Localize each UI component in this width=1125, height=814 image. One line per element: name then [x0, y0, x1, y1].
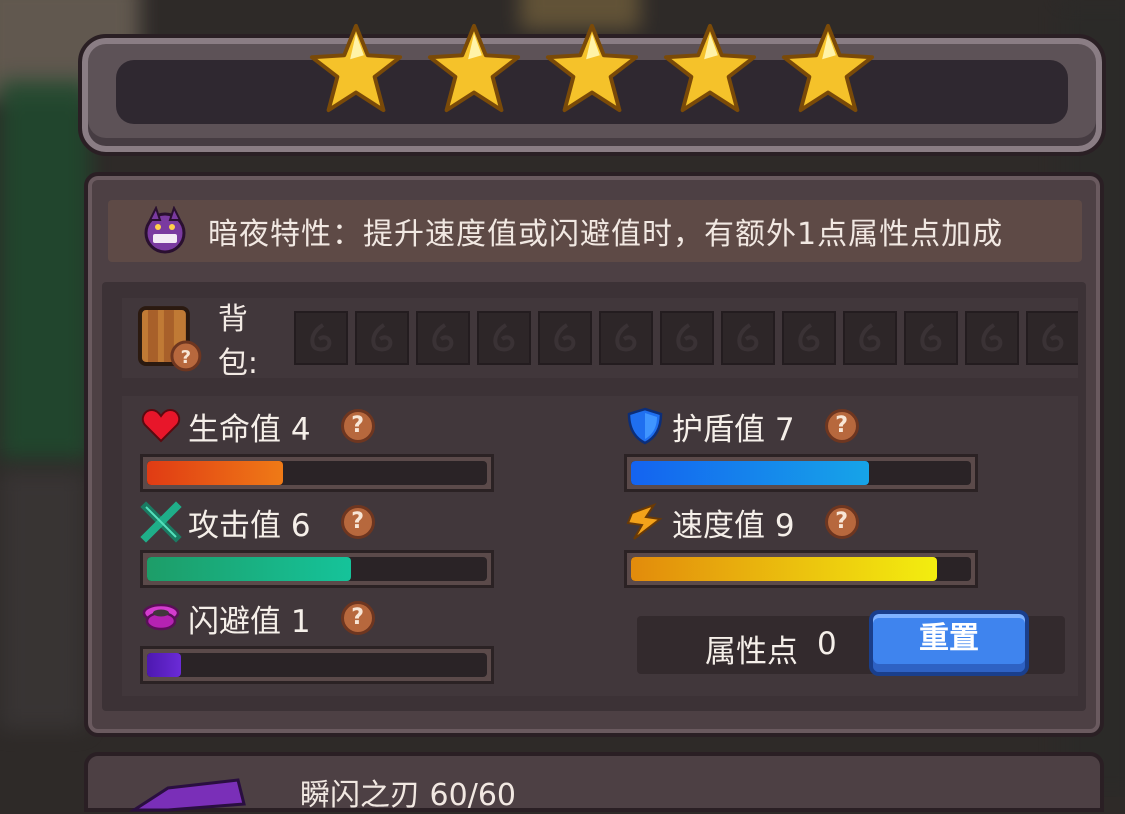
backpack-slot[interactable] — [415, 311, 470, 365]
dodge-label: 闪避值 1 — [188, 603, 311, 640]
empty-slot-icon — [310, 323, 332, 352]
backpack-slot[interactable] — [1025, 311, 1079, 365]
empty-slot-icon — [1042, 323, 1064, 352]
purple-demon-face-icon — [144, 206, 186, 254]
backpack-slot[interactable] — [659, 311, 714, 365]
dodge-ring-icon — [142, 603, 180, 631]
trait-description: 暗夜特性：提升速度值或闪避值时，有额外1点属性点加成 — [208, 217, 1004, 252]
speed-bar-fill — [631, 557, 937, 581]
shield-help-button[interactable]: ? — [824, 409, 859, 443]
crossed-swords-icon — [140, 501, 182, 543]
attribute-points-value: 0 — [817, 626, 837, 662]
shield-icon — [627, 407, 663, 445]
weapon-item-row[interactable]: 瞬闪之刃 60/60 — [84, 752, 1104, 813]
attack-help-button[interactable]: ? — [340, 505, 375, 539]
star-icon — [309, 23, 403, 113]
speed-bar — [624, 550, 978, 588]
empty-slot-icon — [432, 323, 454, 352]
shield-label: 护盾值 7 — [672, 411, 795, 448]
backpack-slot[interactable] — [720, 311, 775, 365]
backpack-slot[interactable] — [903, 311, 958, 365]
backpack-slot[interactable] — [293, 311, 348, 365]
hp-bar — [140, 454, 494, 492]
empty-slot-icon — [859, 323, 881, 352]
attribute-points-box: 属性点 0 重置 — [637, 610, 1065, 676]
attribute-points-label: 属性点 — [705, 634, 798, 670]
star-icon — [781, 23, 875, 113]
blade-weapon-icon — [128, 778, 246, 812]
star-icon — [663, 23, 757, 113]
hp-help-button[interactable]: ? — [340, 409, 375, 443]
stat-attack: 攻击值 6 ? — [140, 500, 500, 588]
hp-label: 生命值 4 — [188, 411, 311, 448]
attack-bar — [140, 550, 494, 588]
stat-dodge: 闪避值 1 ? — [140, 596, 500, 684]
weapon-name: 瞬闪之刃 60/60 — [300, 778, 516, 813]
lightning-icon — [626, 503, 663, 540]
empty-slot-icon — [798, 323, 820, 352]
backpack-slot[interactable] — [598, 311, 653, 365]
stat-speed: 速度值 9 ? — [624, 500, 984, 588]
trait-banner: 暗夜特性：提升速度值或闪避值时，有额外1点属性点加成 — [108, 200, 1082, 262]
empty-slot-icon — [981, 323, 1003, 352]
backpack-slot[interactable] — [537, 311, 592, 365]
dodge-bar — [140, 646, 494, 684]
backpack-help-icon[interactable]: ? — [134, 302, 206, 374]
heart-icon — [141, 408, 181, 443]
reset-button[interactable]: 重置 — [869, 610, 1029, 676]
backpack-row: ? 背包: — [122, 298, 1079, 381]
stats-container: ? 背包: 生命值 4 ? 护盾值 7 ? 攻击值 6 ? 速度值 9 ? 闪避… — [102, 282, 1086, 711]
backpack-slot[interactable] — [354, 311, 409, 365]
speed-label: 速度值 9 — [672, 507, 795, 544]
hp-bar-fill — [147, 461, 283, 485]
shield-bar — [624, 454, 978, 492]
stat-shield: 护盾值 7 ? — [624, 404, 984, 492]
backpack-slot[interactable] — [842, 311, 897, 365]
svg-text:?: ? — [181, 347, 191, 368]
empty-slot-icon — [676, 323, 698, 352]
star-rating-banner — [78, 23, 1106, 156]
dodge-bar-fill — [147, 653, 181, 677]
speed-help-button[interactable]: ? — [824, 505, 859, 539]
backpack-slot[interactable] — [476, 311, 531, 365]
empty-slot-icon — [554, 323, 576, 352]
backpack-slots — [293, 311, 1079, 365]
empty-slot-icon — [615, 323, 637, 352]
backpack-slot[interactable] — [781, 311, 836, 365]
attack-label: 攻击值 6 — [188, 507, 311, 544]
stat-hp: 生命值 4 ? — [140, 404, 500, 492]
star-icon — [427, 23, 521, 113]
character-panel: 暗夜特性：提升速度值或闪避值时，有额外1点属性点加成 ? 背包: 生命值 4 ?… — [84, 172, 1104, 737]
backpack-label: 背包: — [217, 302, 258, 381]
backpack-slot[interactable] — [964, 311, 1019, 365]
dodge-help-button[interactable]: ? — [340, 601, 375, 635]
attack-bar-fill — [147, 557, 351, 581]
empty-slot-icon — [920, 323, 942, 352]
stats-grid: 生命值 4 ? 护盾值 7 ? 攻击值 6 ? 速度值 9 ? 闪避值 1 ? … — [122, 396, 1078, 696]
star-rating — [82, 20, 1102, 118]
empty-slot-icon — [371, 323, 393, 352]
empty-slot-icon — [493, 323, 515, 352]
empty-slot-icon — [737, 323, 759, 352]
shield-bar-fill — [631, 461, 869, 485]
star-icon — [545, 23, 639, 113]
